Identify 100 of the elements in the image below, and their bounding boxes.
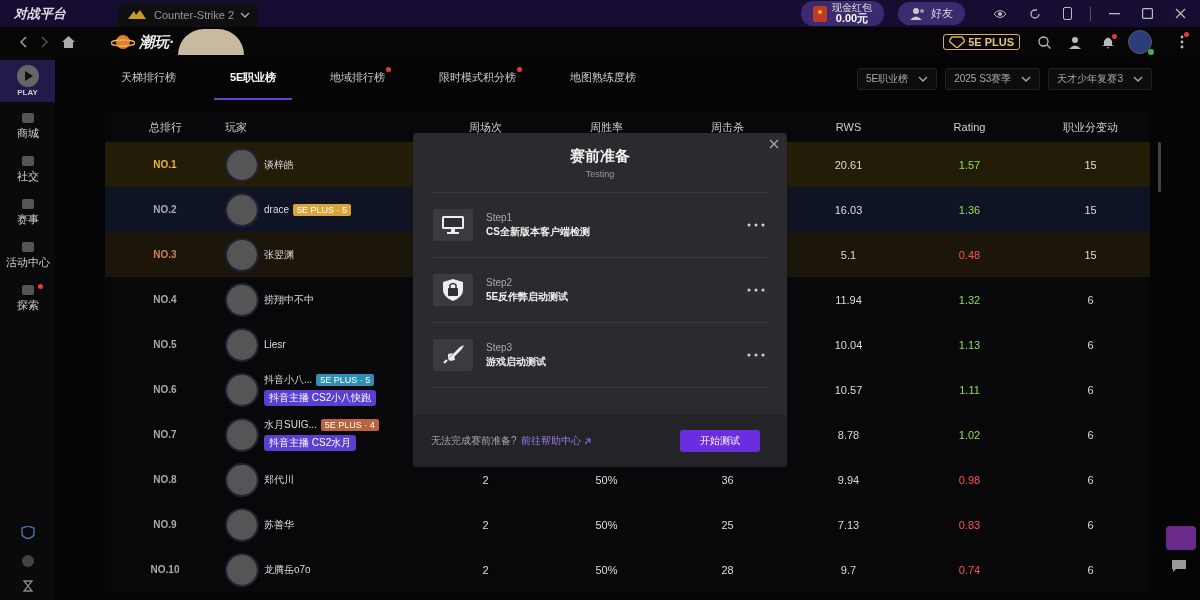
maximize-icon[interactable]: [1142, 8, 1153, 19]
plus-badge[interactable]: 5E PLUS: [943, 34, 1020, 50]
column-header: 周胜率: [589, 119, 624, 135]
play-button[interactable]: PLAY: [0, 60, 55, 102]
chat-icon[interactable]: [1172, 560, 1186, 572]
tab[interactable]: 地域排行榜: [314, 57, 402, 100]
close-icon[interactable]: [769, 139, 779, 149]
player-avatar: [225, 372, 259, 407]
rank-number: NO.2: [153, 204, 177, 215]
eye-icon[interactable]: [993, 8, 1007, 19]
table-cell: 50%: [595, 518, 618, 531]
player-name[interactable]: 苏善华: [264, 517, 294, 532]
bell-icon[interactable]: [1102, 35, 1114, 49]
rank-number: NO.10: [150, 564, 180, 575]
player-name[interactable]: 张翌渊: [264, 247, 294, 262]
more-icon[interactable]: [1180, 35, 1184, 49]
table-cell: 36: [721, 473, 734, 486]
player-name[interactable]: drace: [264, 204, 289, 215]
table-cell: 6: [1087, 383, 1094, 396]
table-cell: 6: [1087, 563, 1094, 576]
filter-dropdown[interactable]: 5E职业榜: [856, 67, 938, 90]
sidebar-item[interactable]: 赛事: [0, 194, 55, 231]
rating-cell: 1.57: [958, 158, 981, 171]
cash-envelope-button[interactable]: 现金红包 0.00元: [801, 1, 884, 26]
rank-number: NO.9: [153, 519, 177, 530]
shield-lock-icon: [443, 279, 463, 301]
player-avatar: [225, 417, 259, 452]
player-avatar: [225, 237, 259, 272]
player-name[interactable]: 谈梓皓: [264, 157, 294, 172]
player-avatar: [225, 462, 259, 497]
refresh-icon[interactable]: [1029, 7, 1041, 20]
external-arrow-icon: [583, 437, 591, 445]
tab[interactable]: 5E职业榜: [214, 57, 293, 100]
player-avatar: [225, 147, 259, 182]
filter-dropdown[interactable]: 2025 S3赛季: [945, 67, 1041, 90]
forward-icon[interactable]: [41, 36, 48, 48]
chevron-down-icon: [1021, 75, 1032, 82]
dialog-subtitle: Testing: [585, 169, 615, 179]
tab[interactable]: 限时模式积分榜: [423, 57, 533, 100]
table-cell: 6: [1087, 473, 1094, 486]
player-name[interactable]: 抖音小八...: [264, 373, 313, 387]
rank-number: NO.4: [153, 294, 177, 305]
menu-item-icon: [20, 112, 35, 124]
back-icon[interactable]: [20, 36, 27, 48]
player-name[interactable]: 龙腾岳o7o: [264, 562, 311, 577]
rating-cell: 0.74: [958, 563, 981, 576]
column-header: 周击杀: [710, 119, 745, 135]
shield-icon[interactable]: [20, 526, 35, 542]
rating-cell: 1.13: [958, 338, 981, 351]
chevron-down-icon: [918, 75, 929, 82]
phone-icon[interactable]: [1063, 7, 1072, 20]
close-icon[interactable]: [1175, 8, 1186, 19]
table-cell: 11.94: [835, 293, 862, 306]
table-cell: 9.7: [840, 563, 857, 576]
player-name[interactable]: 水月SUIG...: [264, 418, 317, 432]
player-name[interactable]: 郑代川: [264, 472, 294, 487]
sidebar-item[interactable]: 探索: [0, 280, 55, 317]
tab[interactable]: 地图熟练度榜: [554, 57, 653, 100]
start-test-button[interactable]: 开始测试: [680, 430, 760, 452]
player-name[interactable]: Liesr: [264, 339, 286, 350]
minimize-icon[interactable]: [1109, 12, 1120, 15]
game-logo-icon: [126, 9, 148, 21]
search-icon[interactable]: [1038, 35, 1051, 49]
table-cell: 5.1: [840, 248, 857, 261]
rank-number: NO.1: [153, 159, 177, 170]
column-header: 玩家: [225, 119, 248, 135]
rating-cell: 1.32: [958, 293, 981, 306]
scrollbar[interactable]: [1158, 142, 1161, 192]
table-cell: 6: [1087, 518, 1094, 531]
rank-number: NO.3: [153, 249, 177, 260]
menu-item-icon: [20, 155, 35, 167]
rank-number: NO.5: [153, 339, 177, 350]
app-logo: 对战平台: [14, 4, 67, 23]
player-name[interactable]: 捞翔中不中: [264, 292, 314, 307]
sidebar-item[interactable]: 商城: [0, 108, 55, 145]
sidebar-item[interactable]: 社交: [0, 151, 55, 188]
user-avatar[interactable]: [1128, 30, 1152, 54]
column-header: 周场次: [468, 119, 503, 135]
step-label: Step2: [486, 276, 514, 288]
plus-badge: 5E PLUS · 5: [316, 374, 375, 386]
sidebar-item[interactable]: 活动中心: [0, 237, 55, 274]
rocket-icon: [442, 345, 464, 365]
tab[interactable]: 天梯排行榜: [105, 57, 192, 100]
table-cell: 15: [1084, 248, 1097, 261]
friends-button[interactable]: 好友: [898, 2, 965, 25]
home-icon[interactable]: [62, 36, 75, 48]
step-label: Step1: [486, 211, 514, 223]
game-tab[interactable]: Counter-Strike 2: [118, 3, 259, 27]
column-header: 总排行: [147, 119, 183, 135]
envelope-icon: [813, 5, 827, 22]
table-cell: 10.57: [834, 383, 863, 396]
player-avatar: [225, 282, 259, 317]
player-avatar: [225, 507, 259, 542]
help-center-link[interactable]: 前往帮助中心: [520, 434, 591, 448]
table-cell: 2: [482, 518, 489, 531]
menu-item-icon: [20, 241, 35, 253]
table-cell: 6: [1087, 293, 1094, 306]
filter-dropdown[interactable]: 天才少年复赛3: [1048, 67, 1152, 90]
table-cell: 8.78: [837, 428, 860, 441]
hourglass-icon[interactable]: [22, 580, 33, 592]
